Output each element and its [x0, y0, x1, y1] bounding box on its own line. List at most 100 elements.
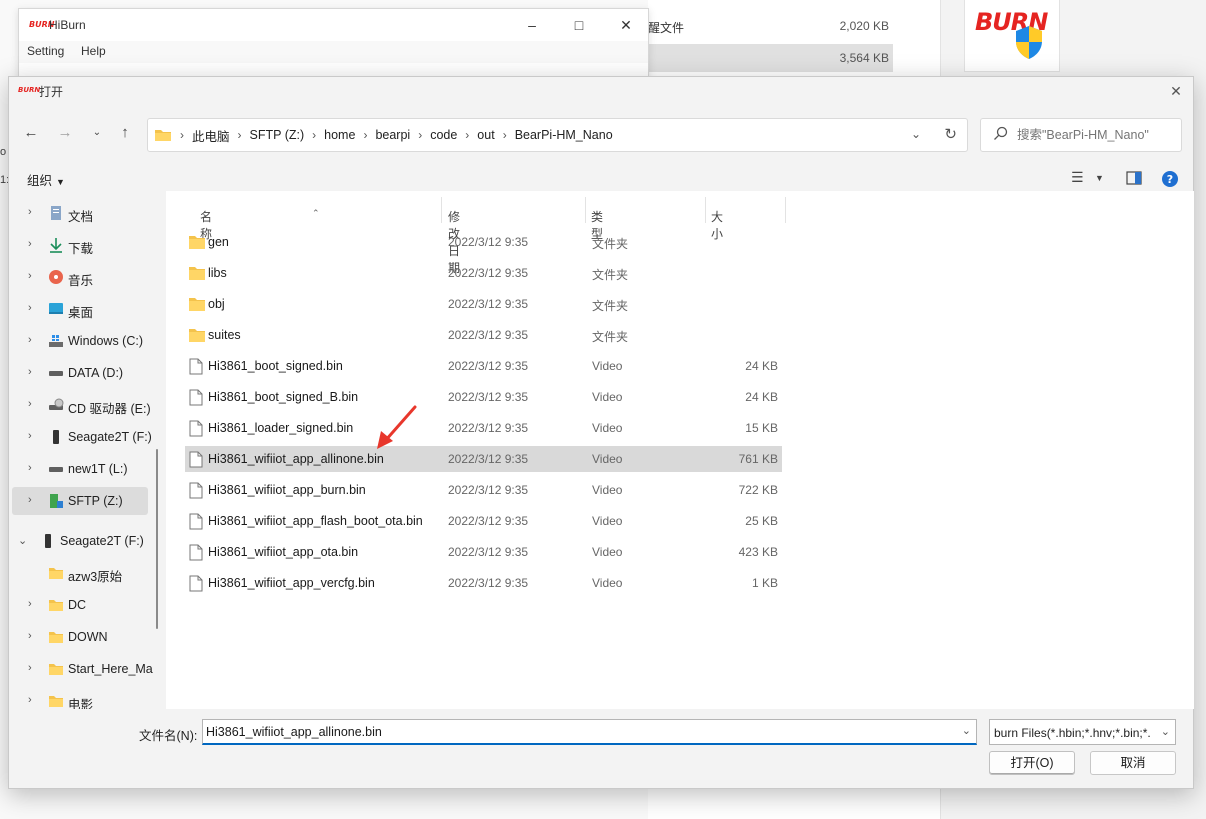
breadcrumb-item[interactable]: out: [477, 128, 494, 142]
breadcrumb-item[interactable]: 此电脑: [192, 126, 230, 145]
nav-item-documents[interactable]: › 文档: [12, 199, 148, 227]
nav-item-start-here[interactable]: › Start_Here_Ma: [12, 655, 153, 683]
chevron-right-icon[interactable]: ›: [465, 128, 469, 142]
hiburn-title-bar[interactable]: BURN HiBurn – □ ✕: [19, 9, 648, 41]
help-icon[interactable]: ?: [1161, 170, 1179, 188]
list-item-file-selected[interactable]: Hi3861_wifiiot_app_allinone.bin 2022/3/1…: [185, 446, 782, 472]
chevron-down-icon[interactable]: ⌄: [1161, 725, 1170, 738]
nav-item-data-d[interactable]: › DATA (D:): [12, 359, 148, 387]
chevron-right-icon[interactable]: ›: [28, 302, 32, 314]
file-type: Video: [592, 483, 623, 497]
nav-item-downloads[interactable]: › 下载: [12, 231, 148, 259]
breadcrumb-item[interactable]: code: [430, 128, 457, 142]
list-item-file[interactable]: Hi3861_boot_signed.bin 2022/3/12 9:35 Vi…: [185, 353, 782, 379]
file-type-filter-select[interactable]: burn Files(*.hbin;*.hnv;*.bin;*. ⌄: [989, 719, 1176, 745]
address-history-dropdown-icon[interactable]: ⌄: [911, 127, 921, 141]
maximize-icon[interactable]: □: [556, 9, 602, 41]
nav-item-down[interactable]: › DOWN: [12, 623, 148, 651]
dialog-title-bar[interactable]: BURN 打开 ✕: [9, 77, 1193, 105]
nav-item-seagate-f[interactable]: › Seagate2T (F:): [12, 423, 152, 451]
drive-icon: [49, 467, 63, 472]
view-dropdown-icon[interactable]: ▼: [1095, 173, 1104, 183]
search-input[interactable]: [1017, 125, 1177, 145]
list-item-file[interactable]: Hi3861_wifiiot_app_burn.bin 2022/3/12 9:…: [185, 477, 782, 503]
back-icon[interactable]: ←: [19, 121, 43, 145]
nav-item-azw3[interactable]: azw3原始: [12, 559, 148, 587]
breadcrumb-item[interactable]: BearPi-HM_Nano: [515, 128, 613, 142]
nav-scrollbar[interactable]: [156, 449, 158, 629]
chevron-right-icon[interactable]: ›: [28, 494, 32, 506]
chevron-right-icon[interactable]: ›: [28, 206, 32, 218]
column-divider[interactable]: [705, 197, 706, 223]
nav-item-cd-e[interactable]: › CD 驱动器 (E:): [12, 391, 151, 419]
nav-item-dc[interactable]: › DC: [12, 591, 148, 619]
chevron-right-icon[interactable]: ›: [503, 128, 507, 142]
search-box[interactable]: [980, 118, 1182, 152]
open-button[interactable]: 打开(O): [989, 751, 1075, 775]
chevron-right-icon[interactable]: ›: [28, 630, 32, 642]
nav-item-new1t-l[interactable]: › new1T (L:): [12, 455, 148, 483]
column-divider[interactable]: [785, 197, 786, 223]
forward-icon[interactable]: →: [53, 121, 77, 145]
nav-item-music[interactable]: › 音乐: [12, 263, 148, 291]
chevron-right-icon[interactable]: ›: [28, 238, 32, 250]
dialog-title: 打开: [39, 85, 64, 99]
cancel-button[interactable]: 取消: [1090, 751, 1176, 775]
list-item-file[interactable]: Hi3861_loader_signed.bin 2022/3/12 9:35 …: [185, 415, 782, 441]
nav-item-movies[interactable]: › 电影: [12, 687, 148, 709]
close-icon[interactable]: ✕: [603, 9, 649, 41]
chevron-right-icon[interactable]: ›: [238, 128, 242, 142]
chevron-right-icon[interactable]: ›: [28, 662, 32, 674]
nav-item-desktop[interactable]: › 桌面: [12, 295, 148, 323]
file-date: 2022/3/12 9:35: [448, 328, 529, 342]
filename-field[interactable]: ⌄: [202, 719, 977, 745]
chevron-right-icon[interactable]: ›: [28, 694, 32, 706]
recent-locations-chevron-icon[interactable]: ⌄: [85, 121, 109, 145]
chevron-right-icon[interactable]: ›: [28, 430, 32, 442]
menu-setting[interactable]: Setting: [27, 44, 64, 58]
filename-input[interactable]: [206, 723, 946, 741]
chevron-right-icon[interactable]: ›: [418, 128, 422, 142]
list-item-folder[interactable]: suites 2022/3/12 9:35 文件夹: [185, 322, 782, 348]
list-item-folder[interactable]: obj 2022/3/12 9:35 文件夹: [185, 291, 782, 317]
chevron-right-icon[interactable]: ›: [28, 462, 32, 474]
burn-app-tile[interactable]: BURN: [964, 0, 1060, 72]
refresh-icon[interactable]: ↻: [944, 125, 957, 143]
column-divider[interactable]: [585, 197, 586, 223]
nav-item-sftp-z[interactable]: › SFTP (Z:): [12, 487, 148, 515]
organize-menu-button[interactable]: 组织 ▼: [27, 170, 65, 189]
chevron-right-icon[interactable]: ›: [363, 128, 367, 142]
breadcrumb-item[interactable]: home: [324, 128, 355, 142]
column-divider[interactable]: [441, 197, 442, 223]
up-icon[interactable]: ↑: [113, 121, 137, 145]
chevron-right-icon[interactable]: ›: [28, 366, 32, 378]
file-date: 2022/3/12 9:35: [448, 545, 529, 559]
background-row-selected[interactable]: 3,564 KB: [648, 44, 893, 72]
menu-help[interactable]: Help: [81, 44, 106, 58]
chevron-right-icon[interactable]: ›: [312, 128, 316, 142]
chevron-down-icon[interactable]: ⌄: [962, 724, 971, 737]
breadcrumb-item[interactable]: SFTP (Z:): [250, 128, 305, 142]
preview-pane-icon[interactable]: [1126, 171, 1142, 185]
list-item-file[interactable]: Hi3861_wifiiot_app_vercfg.bin 2022/3/12 …: [185, 570, 782, 596]
list-item-file[interactable]: Hi3861_wifiiot_app_ota.bin 2022/3/12 9:3…: [185, 539, 782, 565]
list-item-folder[interactable]: libs 2022/3/12 9:35 文件夹: [185, 260, 782, 286]
chevron-right-icon[interactable]: ›: [28, 270, 32, 282]
view-options-icon[interactable]: ☰: [1071, 169, 1084, 186]
list-item-folder[interactable]: gen 2022/3/12 9:35 文件夹: [185, 229, 782, 255]
nav-item-seagate-f-expanded[interactable]: ⌄ Seagate2T (F:): [12, 527, 148, 555]
file-icon: [189, 513, 203, 530]
chevron-right-icon[interactable]: ›: [28, 598, 32, 610]
chevron-down-icon[interactable]: ⌄: [18, 534, 27, 547]
dialog-close-icon[interactable]: ✕: [1165, 80, 1187, 102]
nav-item-windows-c[interactable]: › Windows (C:): [12, 327, 148, 355]
list-item-file[interactable]: Hi3861_boot_signed_B.bin 2022/3/12 9:35 …: [185, 384, 782, 410]
address-bar[interactable]: › 此电脑 › SFTP (Z:) › home › bearpi › code…: [147, 118, 968, 152]
minimize-icon[interactable]: –: [509, 9, 555, 41]
search-icon: [994, 126, 1008, 140]
chevron-right-icon[interactable]: ›: [28, 334, 32, 346]
breadcrumb-item[interactable]: bearpi: [375, 128, 410, 142]
background-row[interactable]: 醒文件 2,020 KB: [648, 12, 893, 40]
list-item-file[interactable]: Hi3861_wifiiot_app_flash_boot_ota.bin 20…: [185, 508, 782, 534]
chevron-right-icon[interactable]: ›: [28, 398, 32, 410]
